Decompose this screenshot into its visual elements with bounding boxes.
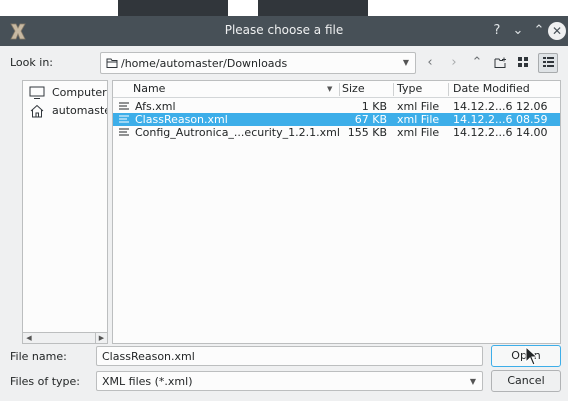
files-of-type-combobox[interactable]: XML files (*.xml) ▼ bbox=[96, 371, 483, 391]
detail-view-icon[interactable] bbox=[538, 53, 558, 73]
file-size: 155 KB bbox=[347, 126, 387, 139]
maximize-icon[interactable]: ⌃ bbox=[530, 22, 548, 40]
file-date: 14.12.2...6 08.59 bbox=[453, 113, 548, 126]
table-row[interactable]: ClassReason.xml 67 KB xml File 14.12.2..… bbox=[113, 113, 560, 126]
help-icon[interactable]: ? bbox=[488, 22, 506, 40]
column-header-name[interactable]: Name bbox=[133, 82, 165, 95]
sidebar-horizontal-scrollbar[interactable]: ◀ ▶ bbox=[22, 332, 108, 344]
look-in-combobox[interactable]: /home/automaster/Downloads ▼ bbox=[100, 52, 416, 74]
background-window-strip bbox=[0, 0, 568, 16]
text-file-icon bbox=[119, 128, 129, 136]
file-name-input[interactable]: ClassReason.xml bbox=[96, 346, 483, 366]
scroll-left-icon[interactable]: ◀ bbox=[23, 333, 35, 343]
file-type: xml File bbox=[397, 113, 440, 126]
file-name: ClassReason.xml bbox=[135, 113, 228, 126]
home-icon bbox=[30, 104, 44, 118]
cancel-button[interactable]: Cancel bbox=[491, 370, 561, 392]
chevron-down-icon: ▼ bbox=[402, 58, 409, 67]
look-in-path: /home/automaster/Downloads bbox=[121, 57, 288, 70]
file-list-header: Name ▼ Size Type Date Modified bbox=[113, 81, 560, 98]
list-view-icon[interactable] bbox=[513, 53, 533, 73]
column-separator[interactable] bbox=[448, 83, 449, 96]
computer-icon bbox=[29, 86, 45, 99]
window-title: Please choose a file bbox=[224, 23, 344, 37]
scroll-right-icon[interactable]: ▶ bbox=[95, 333, 107, 343]
title-bar[interactable]: Please choose a file ? ⌄ ⌃ ✕ bbox=[0, 16, 568, 46]
folder-icon bbox=[106, 58, 118, 68]
forward-icon[interactable]: › bbox=[444, 53, 464, 73]
text-file-icon bbox=[119, 115, 129, 123]
file-name-value: ClassReason.xml bbox=[102, 350, 195, 363]
file-list-view[interactable]: Name ▼ Size Type Date Modified Afs.xml 1… bbox=[112, 80, 561, 344]
text-file-icon bbox=[119, 102, 129, 110]
sidebar-item-label: Computer bbox=[52, 86, 107, 99]
files-of-type-label: Files of type: bbox=[10, 375, 81, 388]
file-size: 1 KB bbox=[361, 100, 387, 113]
new-folder-icon[interactable] bbox=[490, 53, 510, 73]
look-in-label: Look in: bbox=[10, 56, 53, 69]
sidebar-item-label: automaster bbox=[52, 104, 107, 117]
column-header-date[interactable]: Date Modified bbox=[453, 82, 530, 95]
column-separator[interactable] bbox=[339, 83, 340, 96]
close-icon[interactable]: ✕ bbox=[548, 22, 566, 40]
file-date: 14.12.2...6 12.06 bbox=[453, 100, 548, 113]
minimize-icon[interactable]: ⌄ bbox=[509, 22, 527, 40]
background-tab bbox=[118, 0, 228, 16]
file-name: Afs.xml bbox=[135, 100, 176, 113]
files-of-type-value: XML files (*.xml) bbox=[102, 375, 193, 388]
parent-directory-icon[interactable]: ⌃ bbox=[467, 53, 487, 73]
chevron-down-icon: ▼ bbox=[469, 377, 476, 386]
file-name-label: File name: bbox=[10, 350, 67, 363]
file-date: 14.12.2...6 14.00 bbox=[453, 126, 548, 139]
table-row[interactable]: Config_Autronica_...ecurity_1.2.1.xml 15… bbox=[113, 126, 560, 139]
sort-descending-icon: ▼ bbox=[327, 85, 333, 93]
background-tab bbox=[258, 0, 368, 16]
places-sidebar[interactable]: Computer automaster bbox=[22, 80, 108, 342]
file-dialog: Look in: /home/automaster/Downloads ▼ ‹ … bbox=[0, 46, 568, 401]
mouse-cursor-icon bbox=[525, 346, 539, 366]
file-size: 67 KB bbox=[354, 113, 387, 126]
table-row[interactable]: Afs.xml 1 KB xml File 14.12.2...6 12.06 bbox=[113, 100, 560, 113]
column-header-type[interactable]: Type bbox=[397, 82, 422, 95]
file-type: xml File bbox=[397, 100, 440, 113]
column-separator[interactable] bbox=[393, 83, 394, 96]
file-type: xml File bbox=[397, 126, 440, 139]
back-icon[interactable]: ‹ bbox=[420, 53, 440, 73]
column-header-size[interactable]: Size bbox=[342, 82, 365, 95]
file-name: Config_Autronica_...ecurity_1.2.1.xml bbox=[135, 126, 340, 139]
